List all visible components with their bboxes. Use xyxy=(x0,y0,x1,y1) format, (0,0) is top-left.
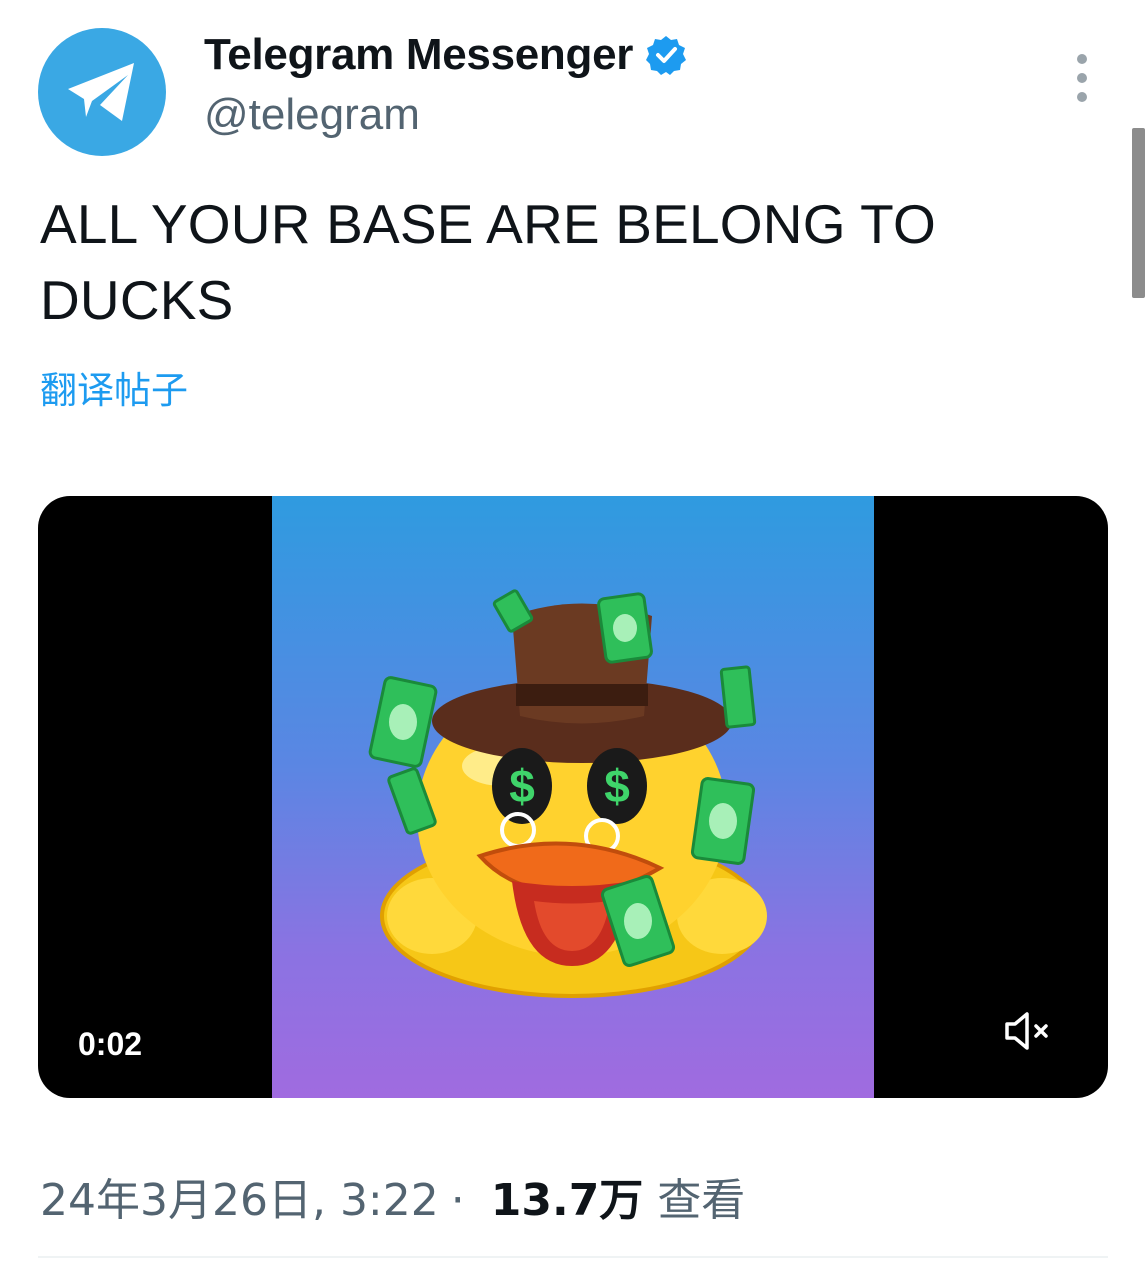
tweet-page: Telegram Messenger @telegram ALL YOUR BA… xyxy=(0,0,1145,1280)
more-options-icon[interactable] xyxy=(1066,54,1098,102)
author-name[interactable]: Telegram Messenger xyxy=(204,30,633,80)
translate-post-link[interactable]: 翻译帖子 xyxy=(40,360,188,414)
meta-separator: · xyxy=(450,1175,465,1226)
paper-plane-icon xyxy=(68,63,134,121)
scrollbar[interactable] xyxy=(1132,128,1145,298)
author-handle[interactable]: @telegram xyxy=(204,90,420,140)
verified-badge-icon xyxy=(646,36,687,75)
tweet-text: ALL YOUR BASE ARE BELONG TO DUCKS xyxy=(40,193,936,331)
tweet-meta: 24年3月26日, 3:22 · 13.7万 查看 xyxy=(40,1164,745,1228)
divider xyxy=(38,1256,1108,1258)
video-timestamp: 0:02 xyxy=(78,1026,143,1062)
volume-muted-icon[interactable] xyxy=(1003,1011,1053,1051)
duck-sticker-image: $ $ xyxy=(368,589,767,998)
video-frame[interactable]: $ $ xyxy=(272,496,874,1098)
views-label: 查看 xyxy=(657,1175,746,1226)
tweet-date[interactable]: 24年3月26日, 3:22 xyxy=(40,1164,439,1228)
author-name-row: Telegram Messenger xyxy=(204,30,687,80)
svg-text:$: $ xyxy=(604,760,630,812)
video-player[interactable]: $ $ 0:02 xyxy=(38,496,1108,1098)
svg-text:$: $ xyxy=(509,760,535,812)
views-count: 13.7万 xyxy=(490,1175,644,1226)
avatar[interactable] xyxy=(38,28,166,156)
